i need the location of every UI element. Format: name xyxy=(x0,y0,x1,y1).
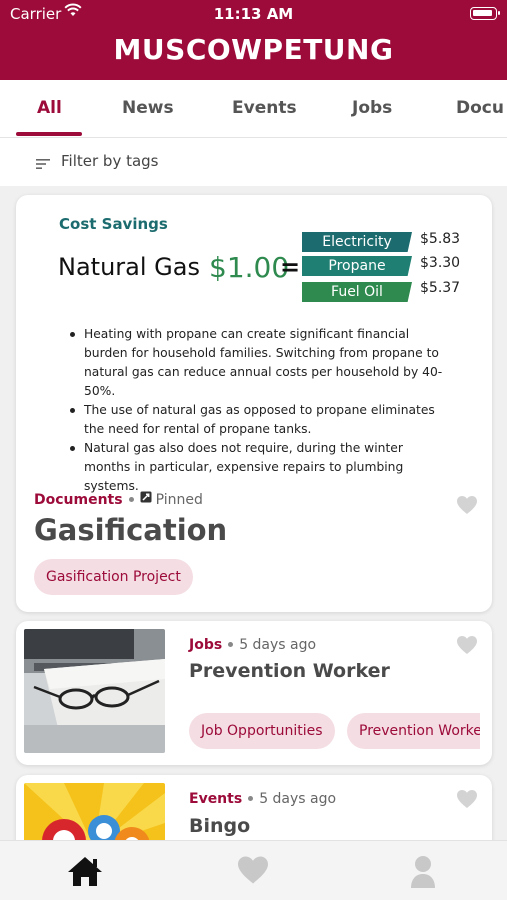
filter-icon xyxy=(36,155,50,174)
tag-chip-row: Job Opportunities Prevention Worker xyxy=(189,711,480,751)
category-label: Events xyxy=(189,791,243,807)
cost-savings-infographic: Cost Savings Natural Gas $1.00 = Electri… xyxy=(16,195,492,493)
tag-chip[interactable]: Job Opportunities xyxy=(189,713,335,749)
app-title: MUSCOWPETUNG xyxy=(113,33,394,66)
category-tabs: All News Events Jobs Docu xyxy=(0,80,507,138)
infographic-row-electricity: Electricity xyxy=(302,232,412,252)
pinned-label: Pinned xyxy=(155,492,203,508)
user-icon[interactable] xyxy=(410,855,436,893)
home-icon[interactable] xyxy=(66,855,104,891)
thumbnail-image xyxy=(24,629,165,753)
category-label: Jobs xyxy=(189,637,223,653)
infographic-bullets: Heating with propane can create signific… xyxy=(68,325,453,496)
feed-card-gasification[interactable]: Cost Savings Natural Gas $1.00 = Electri… xyxy=(16,195,492,612)
timestamp: 5 days ago xyxy=(259,791,337,807)
infographic-value-electricity: $5.83 xyxy=(420,231,461,247)
favorite-heart-icon[interactable] xyxy=(456,495,478,519)
card-meta: Jobs 5 days ago xyxy=(189,637,316,653)
heart-icon[interactable] xyxy=(236,855,270,889)
tab-news[interactable]: News xyxy=(122,98,174,118)
infographic-value-fuel-oil: $5.37 xyxy=(420,280,461,296)
clock: 11:13 AM xyxy=(213,5,294,23)
infographic-bullet: Natural gas also does not require, durin… xyxy=(68,439,453,496)
timestamp: 5 days ago xyxy=(239,637,317,653)
pin-icon xyxy=(140,491,152,507)
card-title[interactable]: Bingo xyxy=(189,815,250,837)
infographic-compare-label: Natural Gas xyxy=(58,253,200,281)
bottom-navigation xyxy=(0,840,507,900)
favorite-heart-icon[interactable] xyxy=(456,789,478,813)
tab-all[interactable]: All xyxy=(37,98,62,118)
infographic-price: $1.00 xyxy=(209,251,290,284)
card-title[interactable]: Prevention Worker xyxy=(189,660,390,682)
status-bar: Carrier 11:13 AM xyxy=(0,0,507,28)
card-title[interactable]: Gasification xyxy=(34,513,227,547)
tag-chip[interactable]: Prevention Worker xyxy=(347,713,480,749)
infographic-row-fuel-oil: Fuel Oil xyxy=(302,282,412,302)
card-meta: Documents Pinned xyxy=(34,491,203,509)
tab-documents[interactable]: Docu xyxy=(456,98,504,118)
tab-jobs[interactable]: Jobs xyxy=(352,98,392,118)
app-header: Carrier 11:13 AM MUSCOWPETUNG xyxy=(0,0,507,80)
favorite-heart-icon[interactable] xyxy=(456,635,478,659)
category-label: Documents xyxy=(34,492,123,508)
infographic-bullet: Heating with propane can create signific… xyxy=(68,325,453,401)
tab-events[interactable]: Events xyxy=(232,98,297,118)
tag-chip[interactable]: Gasification Project xyxy=(34,559,193,595)
infographic-equals: = xyxy=(280,253,301,281)
filter-label: Filter by tags xyxy=(61,152,159,170)
thumbnail-image xyxy=(24,783,165,847)
battery-icon xyxy=(470,7,500,20)
card-meta: Events 5 days ago xyxy=(189,791,336,807)
infographic-row-propane: Propane xyxy=(302,256,412,276)
infographic-heading: Cost Savings xyxy=(59,215,168,233)
infographic-bullet: The use of natural gas as opposed to pro… xyxy=(68,401,453,439)
infographic-value-propane: $3.30 xyxy=(420,255,461,271)
active-tab-indicator xyxy=(16,132,82,136)
filter-bar[interactable]: Filter by tags xyxy=(0,138,507,186)
feed-card-prevention-worker[interactable]: Jobs 5 days ago Prevention Worker Job Opp… xyxy=(16,621,492,765)
